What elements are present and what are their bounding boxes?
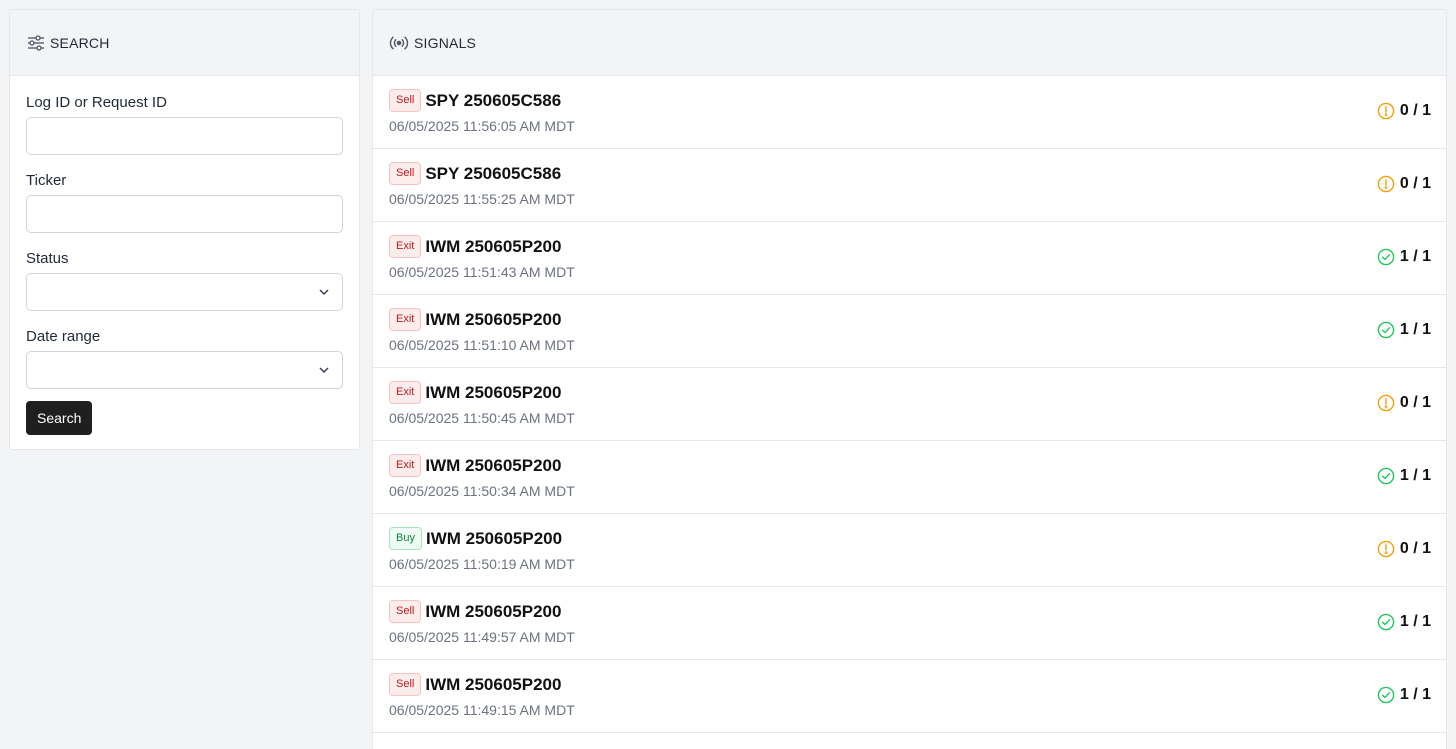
signal-status: 0 / 1 <box>1377 540 1431 558</box>
action-badge: Sell <box>389 600 422 623</box>
action-badge: Exit <box>389 454 422 477</box>
check-circle-icon <box>1377 248 1400 266</box>
signal-count: 1 / 1 <box>1399 467 1431 484</box>
action-badge: Exit <box>389 308 422 331</box>
signal-ticker: SPY 250605C586 <box>425 163 562 183</box>
signal-row[interactable]: Sell SPY 250605C586 06/05/2025 11:55:25 AM… <box>373 149 1446 222</box>
signal-status: 1 / 1 <box>1377 321 1431 339</box>
signal-count: 1 / 1 <box>1399 686 1431 703</box>
signal-status: 1 / 1 <box>1377 613 1431 631</box>
signal-header: Sell SPY 250605C586 <box>389 89 561 112</box>
ticker-label: Ticker <box>26 172 67 189</box>
status-select[interactable] <box>26 273 343 311</box>
search-panel-title: SEARCH <box>50 34 110 51</box>
action-badge: Exit <box>389 235 422 258</box>
signal-row[interactable]: Exit IWM 250605P200 06/05/2025 11:51:43 AM… <box>373 222 1446 295</box>
signal-header: Sell IWM 250605P200 <box>389 600 561 623</box>
signal-ticker: IWM 250605P200 <box>425 601 562 621</box>
signal-count: 1 / 1 <box>1399 613 1431 630</box>
status-label: Status <box>26 250 69 267</box>
check-circle-icon <box>1377 467 1400 485</box>
action-badge: Exit <box>389 381 422 404</box>
signal-count: 0 / 1 <box>1399 394 1431 411</box>
signal-timestamp: 06/05/2025 11:51:10 AM MDT <box>389 337 575 353</box>
signal-row[interactable]: Buy IWM 250605P200 06/05/2025 11:50:19 AM … <box>373 514 1446 587</box>
signal-timestamp: 06/05/2025 11:50:45 AM MDT <box>389 410 575 426</box>
signal-ticker: IWM 250605P200 <box>425 528 563 548</box>
action-badge: Sell <box>389 673 422 696</box>
check-circle-icon <box>1377 613 1400 631</box>
signal-ticker: SPY 250605C586 <box>425 90 562 110</box>
signal-row[interactable]: Exit IWM 250605P200 06/05/2025 11:50:45 AM… <box>373 368 1446 441</box>
signal-timestamp: 06/05/2025 11:49:15 AM MDT <box>389 702 575 718</box>
warning-circle-icon <box>1377 394 1400 412</box>
signal-timestamp: 06/05/2025 11:51:43 AM MDT <box>389 264 575 280</box>
signal-ticker: IWM 250605P200 <box>425 674 562 694</box>
signals-panel-header: SIGNALS <box>373 10 1446 76</box>
signal-status: 1 / 1 <box>1377 467 1431 485</box>
signal-header: Exit IWM 250605P200 <box>389 381 561 404</box>
signal-header: Sell IWM 250605P200 <box>389 673 561 696</box>
ticker-input[interactable] <box>26 195 343 233</box>
chevron-down-icon <box>319 289 329 296</box>
search-panel: SEARCH Log ID or Request ID Ticker Statu… <box>9 9 360 450</box>
warning-circle-icon <box>1377 540 1400 558</box>
signal-status: 0 / 1 <box>1377 175 1431 193</box>
signal-timestamp: 06/05/2025 11:50:19 AM MDT <box>389 556 575 572</box>
signal-status: 0 / 1 <box>1377 394 1431 412</box>
signal-ticker: IWM 250605P200 <box>425 309 562 329</box>
signal-row[interactable]: Sell IWM 250605P200 06/05/2025 11:49:15 AM… <box>373 660 1446 733</box>
filter-sliders-icon <box>28 34 44 51</box>
signal-header: Exit IWM 250605P200 <box>389 308 561 331</box>
signal-timestamp: 06/05/2025 11:50:34 AM MDT <box>389 483 575 499</box>
signal-row[interactable]: Sell IWM 250605P200 06/05/2025 11:49:57 AM… <box>373 587 1446 660</box>
check-circle-icon <box>1377 321 1400 339</box>
log-id-input[interactable] <box>26 117 343 155</box>
signal-status: 0 / 1 <box>1377 102 1431 120</box>
signal-header: Exit IWM 250605P200 <box>389 454 561 477</box>
signal-ticker: IWM 250605P200 <box>425 455 562 475</box>
signal-count: 0 / 1 <box>1399 102 1431 119</box>
search-form: Log ID or Request ID Ticker Status Date … <box>10 76 359 435</box>
signal-timestamp: 06/05/2025 11:49:57 AM MDT <box>389 629 575 645</box>
signals-panel-title: SIGNALS <box>414 34 477 51</box>
signal-row[interactable]: Exit IWM 250605P200 06/05/2025 11:50:34 AM… <box>373 441 1446 514</box>
date-range-select[interactable] <box>26 351 343 389</box>
check-circle-icon <box>1377 686 1400 704</box>
signal-count: 0 / 1 <box>1399 540 1431 557</box>
search-panel-header: SEARCH <box>10 10 359 76</box>
signal-ticker: IWM 250605P200 <box>425 236 562 256</box>
signal-header: Buy IWM 250605P200 <box>389 527 562 550</box>
signal-list: Sell SPY 250605C586 06/05/2025 11:56:05 AM… <box>373 76 1446 733</box>
chevron-down-icon <box>319 367 329 374</box>
date-range-label: Date range <box>26 328 101 345</box>
signal-header: Exit IWM 250605P200 <box>389 235 561 258</box>
signal-count: 1 / 1 <box>1399 248 1431 265</box>
signal-row[interactable]: Sell SPY 250605C586 06/05/2025 11:56:05 AM… <box>373 76 1446 149</box>
signal-status: 1 / 1 <box>1377 686 1431 704</box>
signal-status: 1 / 1 <box>1377 248 1431 266</box>
signal-header: Sell SPY 250605C586 <box>389 162 561 185</box>
signal-timestamp: 06/05/2025 11:56:05 AM MDT <box>389 118 575 134</box>
log-id-label: Log ID or Request ID <box>26 94 167 111</box>
signal-row[interactable]: Exit IWM 250605P200 06/05/2025 11:51:10 AM… <box>373 295 1446 368</box>
signal-count: 0 / 1 <box>1399 175 1431 192</box>
action-badge: Sell <box>389 89 422 112</box>
signal-timestamp: 06/05/2025 11:55:25 AM MDT <box>389 191 575 207</box>
signal-count: 1 / 1 <box>1399 321 1431 338</box>
action-badge: Buy <box>389 527 422 550</box>
signals-panel: SIGNALS Sell SPY 250605C586 06/05/2025 11:… <box>372 9 1447 749</box>
warning-circle-icon <box>1377 102 1400 120</box>
signal-ticker: IWM 250605P200 <box>425 382 562 402</box>
action-badge: Sell <box>389 162 422 185</box>
search-button[interactable]: Search <box>26 401 93 435</box>
broadcast-icon <box>389 36 409 49</box>
warning-circle-icon <box>1377 175 1400 193</box>
